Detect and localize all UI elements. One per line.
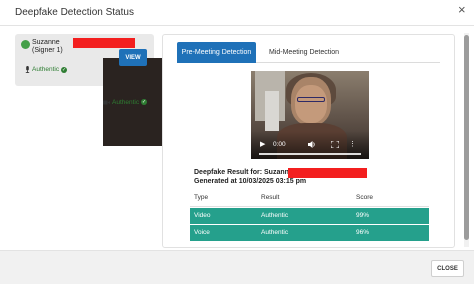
view-button[interactable]: VIEW bbox=[119, 49, 147, 66]
signer-name: Suzanne bbox=[32, 39, 60, 46]
detection-tabs: Pre-Meeting Detection Mid-Meeting Detect… bbox=[177, 42, 440, 63]
signer-role: (Signer 1) bbox=[32, 47, 63, 54]
row-result: Authentic bbox=[261, 229, 289, 236]
microphone-icon bbox=[25, 66, 30, 73]
redacted-result-surname bbox=[288, 168, 367, 178]
result-title: Deepfake Result for: Suzanne bbox=[194, 169, 293, 176]
play-icon[interactable]: ▶ bbox=[260, 141, 265, 149]
deepfake-status-modal: Deepfake Detection Status × Suzanne (Sig… bbox=[0, 0, 474, 284]
generated-timestamp: Generated at 10/03/2025 03:15 pm bbox=[194, 178, 307, 185]
video-background-figure bbox=[265, 91, 279, 131]
column-header-result: Result bbox=[261, 194, 280, 201]
column-header-type: Type bbox=[194, 194, 209, 201]
row-score: 96% bbox=[356, 229, 370, 236]
volume-icon[interactable] bbox=[308, 141, 316, 151]
row-type: Video bbox=[194, 212, 211, 219]
signer-status-icon bbox=[21, 40, 30, 49]
table-row: Voice Authentic 96% bbox=[190, 225, 429, 241]
modal-footer: CLOSE bbox=[0, 250, 474, 284]
row-type: Voice bbox=[194, 229, 210, 236]
tab-mid-meeting-detection[interactable]: Mid-Meeting Detection bbox=[261, 42, 347, 63]
tab-pre-meeting-detection[interactable]: Pre-Meeting Detection bbox=[177, 42, 256, 63]
detection-panel: Pre-Meeting Detection Mid-Meeting Detect… bbox=[162, 34, 455, 248]
scrollbar-thumb[interactable] bbox=[464, 35, 469, 240]
video-time: 0:00 bbox=[273, 141, 286, 148]
video-status-label: Authentic bbox=[112, 98, 140, 106]
result-table: Type Result Score Video Authentic 99% Vo… bbox=[190, 190, 429, 241]
row-result: Authentic bbox=[261, 212, 289, 219]
modal-body: Suzanne (Signer 1) Authentic ✓ Authentic bbox=[0, 27, 474, 250]
video-camera-icon bbox=[103, 100, 110, 104]
voice-auth-status: Authentic ✓ bbox=[25, 66, 68, 73]
redacted-surname bbox=[73, 38, 135, 48]
fullscreen-icon[interactable] bbox=[330, 140, 340, 151]
more-options-icon[interactable]: ⋮ bbox=[349, 141, 356, 149]
check-circle-icon: ✓ bbox=[141, 99, 148, 105]
video-player[interactable]: ▶ 0:00 ⋮ bbox=[251, 71, 369, 159]
close-button[interactable]: CLOSE bbox=[431, 260, 464, 277]
column-header-score: Score bbox=[356, 194, 373, 201]
check-circle-icon: ✓ bbox=[61, 66, 68, 73]
row-score: 99% bbox=[356, 212, 370, 219]
video-subject-glasses bbox=[297, 97, 325, 102]
modal-header: Deepfake Detection Status × bbox=[0, 0, 474, 26]
table-row: Video Authentic 99% bbox=[190, 208, 429, 224]
modal-scrollbar[interactable] bbox=[464, 33, 469, 247]
modal-title: Deepfake Detection Status bbox=[15, 7, 134, 18]
video-progress-bar[interactable] bbox=[259, 153, 361, 155]
signer-card: Suzanne (Signer 1) Authentic ✓ Authentic bbox=[15, 34, 221, 146]
table-header: Type Result Score bbox=[190, 190, 429, 207]
close-icon[interactable]: × bbox=[458, 3, 466, 17]
video-subject-face bbox=[295, 85, 327, 123]
voice-status-label: Authentic bbox=[32, 66, 60, 73]
